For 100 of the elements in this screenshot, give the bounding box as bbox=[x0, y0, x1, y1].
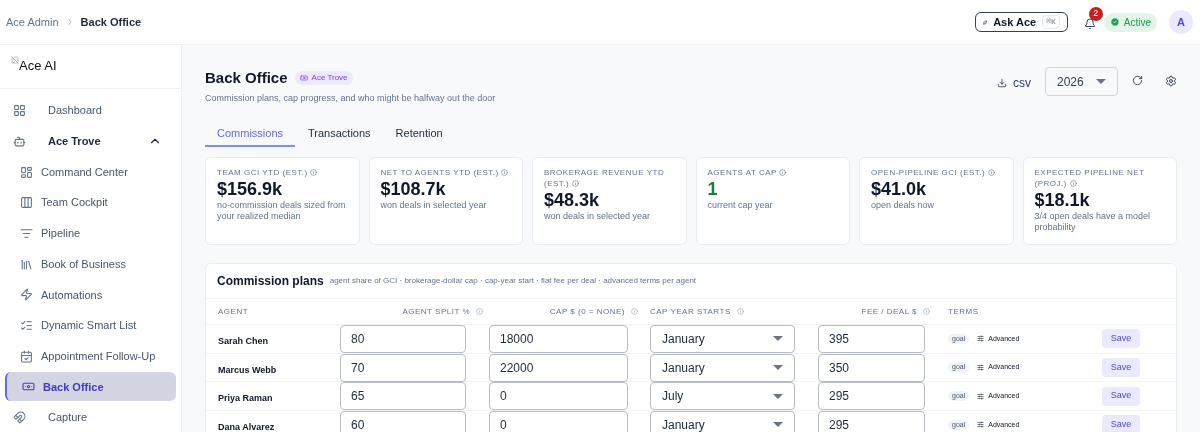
nav-icon bbox=[20, 349, 33, 363]
nav-icon bbox=[20, 257, 33, 271]
sidebar-item[interactable]: Team Cockpit bbox=[5, 188, 176, 218]
cap-input[interactable]: 18000 bbox=[489, 324, 628, 353]
column-header: TERMS bbox=[948, 305, 979, 318]
breadcrumb-current: Back Office bbox=[80, 14, 142, 30]
split-input[interactable]: 60 bbox=[340, 410, 466, 432]
tab[interactable]: Retention bbox=[383, 122, 455, 147]
sidebar-item[interactable]: Appointment Follow-Up bbox=[5, 341, 176, 371]
sliders-icon bbox=[977, 335, 985, 343]
column-header: CAP YEAR STARTS bbox=[650, 305, 731, 318]
year-select[interactable]: 2026 bbox=[1045, 67, 1118, 96]
split-input[interactable]: 70 bbox=[340, 353, 466, 382]
fee-input[interactable]: 395 bbox=[818, 324, 925, 353]
sidebar-item[interactable]: Ace Trove bbox=[5, 126, 176, 156]
cap-year-select[interactable]: January bbox=[650, 324, 795, 353]
stat-note: current cap year bbox=[707, 200, 774, 211]
product-badge: Ace Trove bbox=[294, 71, 353, 86]
nav-icon bbox=[20, 318, 33, 332]
info-icon[interactable] bbox=[476, 308, 483, 315]
stat-value: $41.0k bbox=[871, 178, 928, 200]
sidebar-item[interactable]: Dynamic Smart List bbox=[5, 310, 176, 340]
save-button[interactable]: Save bbox=[1102, 415, 1140, 432]
cap-input[interactable]: 0 bbox=[489, 382, 628, 411]
stat-note: open deals now bbox=[871, 200, 936, 211]
check-circle-icon bbox=[1109, 17, 1120, 27]
stat-label: BROKERAGE REVENUE YTD (EST.) bbox=[544, 167, 666, 189]
fee-input[interactable]: 350 bbox=[818, 353, 925, 382]
caret-icon bbox=[1096, 79, 1106, 84]
sidebar-item[interactable]: Automations bbox=[5, 280, 176, 310]
sidebar-item[interactable]: Book of Business bbox=[5, 249, 176, 279]
fee-input[interactable]: 295 bbox=[818, 410, 925, 432]
stat-label: OPEN-PIPELINE GCI (EST.) bbox=[871, 167, 1002, 178]
stat-value: $48.3k bbox=[544, 189, 601, 211]
split-input[interactable]: 80 bbox=[340, 324, 466, 353]
save-button[interactable]: Save bbox=[1102, 329, 1140, 349]
export-button[interactable]: csv bbox=[997, 74, 1031, 92]
agent-name: Sarah Chen bbox=[218, 335, 268, 346]
sidebar-item[interactable]: Command Center bbox=[5, 157, 176, 187]
sliders-icon bbox=[977, 392, 985, 400]
sidebar-item[interactable]: Pipeline bbox=[5, 218, 176, 248]
stat-note: no-commission deals sized from your realized median bbox=[217, 200, 347, 222]
save-button[interactable]: Save bbox=[1102, 358, 1140, 378]
cap-year-select[interactable]: January bbox=[650, 410, 795, 432]
agent-name: Marcus Webb bbox=[218, 364, 277, 375]
sidebar-item[interactable]: Back Office bbox=[5, 372, 176, 402]
refresh-icon[interactable] bbox=[1132, 75, 1143, 86]
info-icon[interactable] bbox=[310, 169, 318, 177]
ask-button[interactable]: Ask Ace ⌘K bbox=[974, 12, 1068, 32]
download-icon bbox=[997, 78, 1007, 88]
sliders-icon bbox=[977, 421, 985, 429]
info-icon[interactable] bbox=[631, 308, 638, 315]
cap-year-select[interactable]: July bbox=[650, 382, 795, 411]
caret-icon bbox=[773, 336, 783, 342]
column-header: AGENT SPLIT % bbox=[402, 305, 470, 318]
stat-label: EXPECTED PIPELINE NET (PROJ.) bbox=[1034, 167, 1146, 189]
column-header: CAP $ (0 = NONE) bbox=[549, 305, 625, 318]
stat-note: 3/4 open deals have a model probability bbox=[1034, 211, 1152, 233]
tab[interactable]: Commissions bbox=[205, 122, 295, 147]
cap-input[interactable]: 22000 bbox=[489, 353, 628, 382]
info-icon[interactable] bbox=[988, 169, 995, 177]
cap-year-select[interactable]: January bbox=[650, 353, 795, 382]
agent-name: Dana Alvarez bbox=[218, 421, 275, 432]
broken-logo: Ace AI bbox=[11, 56, 57, 76]
info-icon[interactable] bbox=[1069, 180, 1077, 188]
info-icon[interactable] bbox=[736, 308, 744, 315]
info-icon[interactable] bbox=[923, 308, 930, 315]
stat-value: 1 bbox=[707, 178, 719, 200]
page-title: Back Office bbox=[205, 68, 288, 88]
broken-image-icon bbox=[11, 56, 19, 64]
info-icon[interactable] bbox=[779, 169, 787, 177]
stat-value: $18.1k bbox=[1034, 189, 1091, 211]
shortcut-key: ⌘K bbox=[1042, 15, 1060, 29]
stat-note: won deals in selected year bbox=[380, 200, 488, 211]
settings-icon[interactable] bbox=[1165, 75, 1177, 87]
fee-input[interactable]: 295 bbox=[818, 382, 925, 411]
stat-value: $156.9k bbox=[217, 178, 284, 200]
notification-badge: 2 bbox=[1088, 7, 1103, 21]
info-icon[interactable] bbox=[501, 169, 509, 177]
column-header: FEE / DEAL $ bbox=[861, 305, 917, 318]
info-icon[interactable] bbox=[571, 180, 579, 188]
nav-icon bbox=[13, 104, 26, 118]
save-button[interactable]: Save bbox=[1102, 386, 1140, 406]
avatar[interactable]: A bbox=[1169, 10, 1193, 34]
breadcrumb-link[interactable]: Ace Admin bbox=[6, 13, 59, 31]
status-badge: Active bbox=[1103, 12, 1157, 32]
split-input[interactable]: 65 bbox=[340, 382, 466, 411]
section-description: agent share of GCI · brokerage-dollar cap · cap-year start · flat fee per deal · advanced terms per agent bbox=[329, 275, 697, 287]
column-header: AGENT bbox=[218, 305, 249, 318]
nav-icon bbox=[20, 226, 33, 240]
stat-label: NET TO AGENTS YTD (EST.) bbox=[380, 167, 511, 178]
cap-input[interactable]: 0 bbox=[489, 410, 628, 432]
nav-icon bbox=[13, 134, 26, 148]
sidebar-item[interactable]: Dashboard bbox=[5, 96, 176, 126]
page-subtitle: Commission plans, cap progress, and who might be halfway out the door bbox=[205, 91, 497, 105]
sidebar-item[interactable]: Capture bbox=[5, 403, 176, 432]
caret-icon bbox=[773, 422, 783, 428]
tab[interactable]: Transactions bbox=[296, 122, 383, 147]
bell-icon[interactable] bbox=[1083, 18, 1096, 30]
sliders-icon bbox=[977, 364, 985, 372]
